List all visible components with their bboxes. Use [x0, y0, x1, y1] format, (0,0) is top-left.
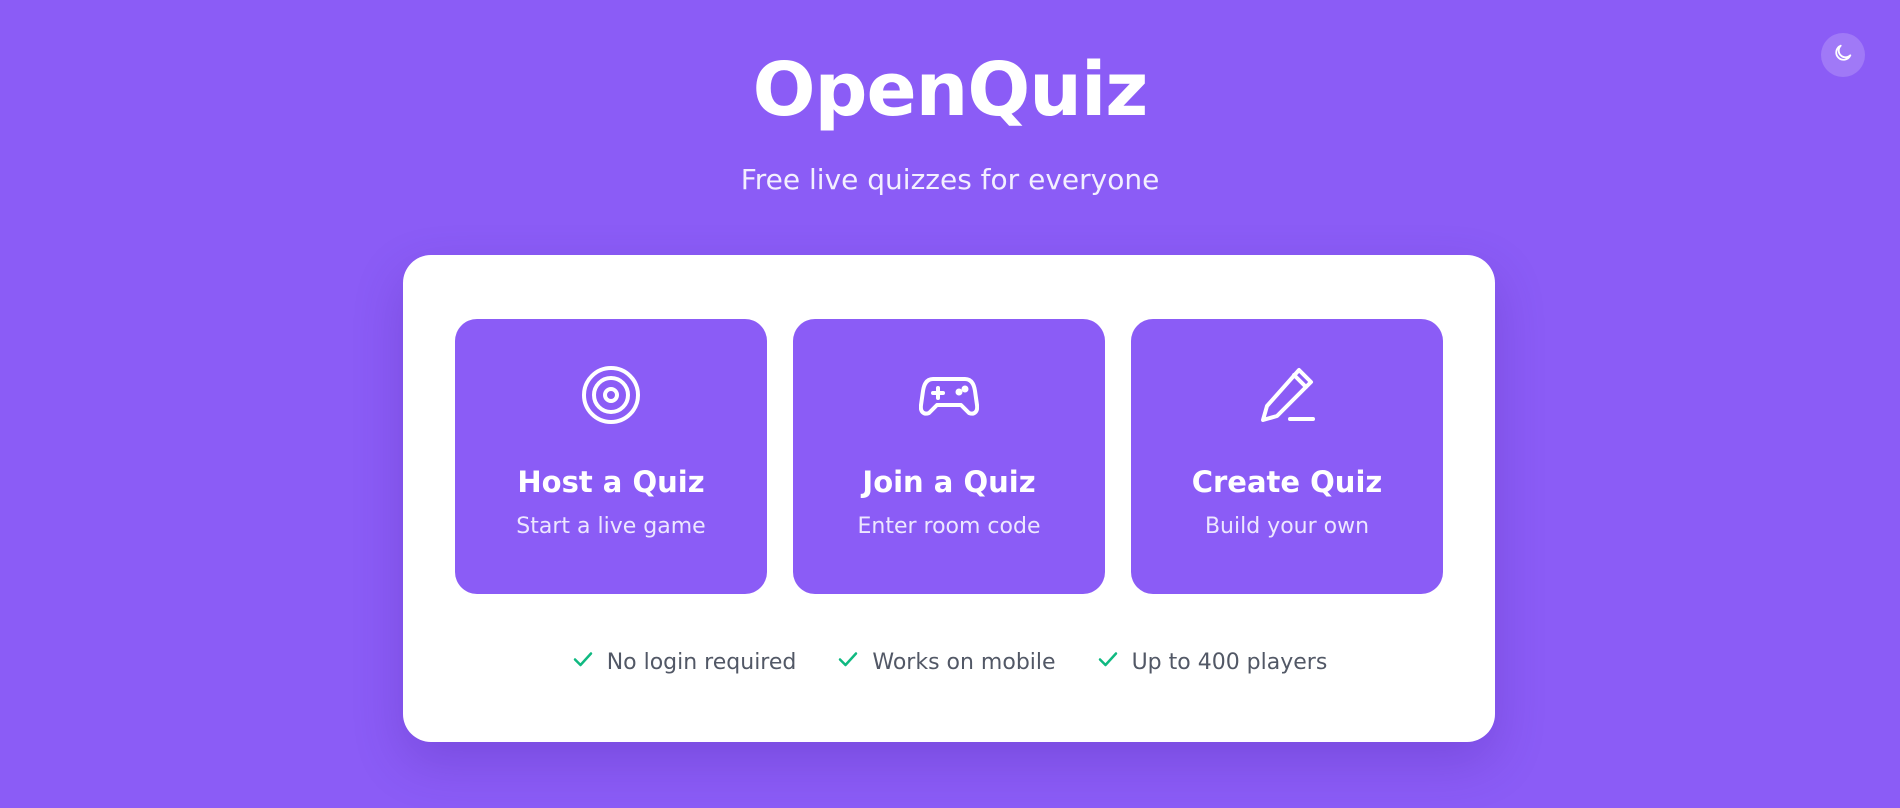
option-title: Join a Quiz [862, 465, 1036, 499]
option-subtitle: Enter room code [857, 514, 1041, 539]
feature-label: Up to 400 players [1131, 649, 1328, 675]
target-icon [581, 365, 641, 425]
check-icon [836, 647, 860, 677]
feature-label: Works on mobile [872, 649, 1056, 675]
feature-item: No login required [571, 647, 797, 677]
page-subtitle: Free live quizzes for everyone [740, 163, 1160, 196]
option-subtitle: Start a live game [516, 514, 706, 539]
option-title: Host a Quiz [517, 465, 705, 499]
gamepad-icon [918, 365, 980, 425]
feature-item: Works on mobile [836, 647, 1056, 677]
check-icon [1096, 647, 1120, 677]
check-icon [571, 647, 595, 677]
page-title: OpenQuiz [752, 47, 1149, 133]
feature-list: No login required Works on mobile Up to … [403, 647, 1495, 677]
create-quiz-button[interactable]: Create Quiz Build your own [1131, 319, 1443, 594]
host-quiz-button[interactable]: Host a Quiz Start a live game [455, 319, 767, 594]
option-subtitle: Build your own [1204, 514, 1370, 539]
feature-label: No login required [606, 649, 797, 675]
option-title: Create Quiz [1191, 465, 1383, 499]
main-card: Host a Quiz Start a live game Join a Qui… [403, 255, 1495, 742]
pencil-icon [1257, 365, 1317, 425]
feature-item: Up to 400 players [1096, 647, 1328, 677]
join-quiz-button[interactable]: Join a Quiz Enter room code [793, 319, 1105, 594]
